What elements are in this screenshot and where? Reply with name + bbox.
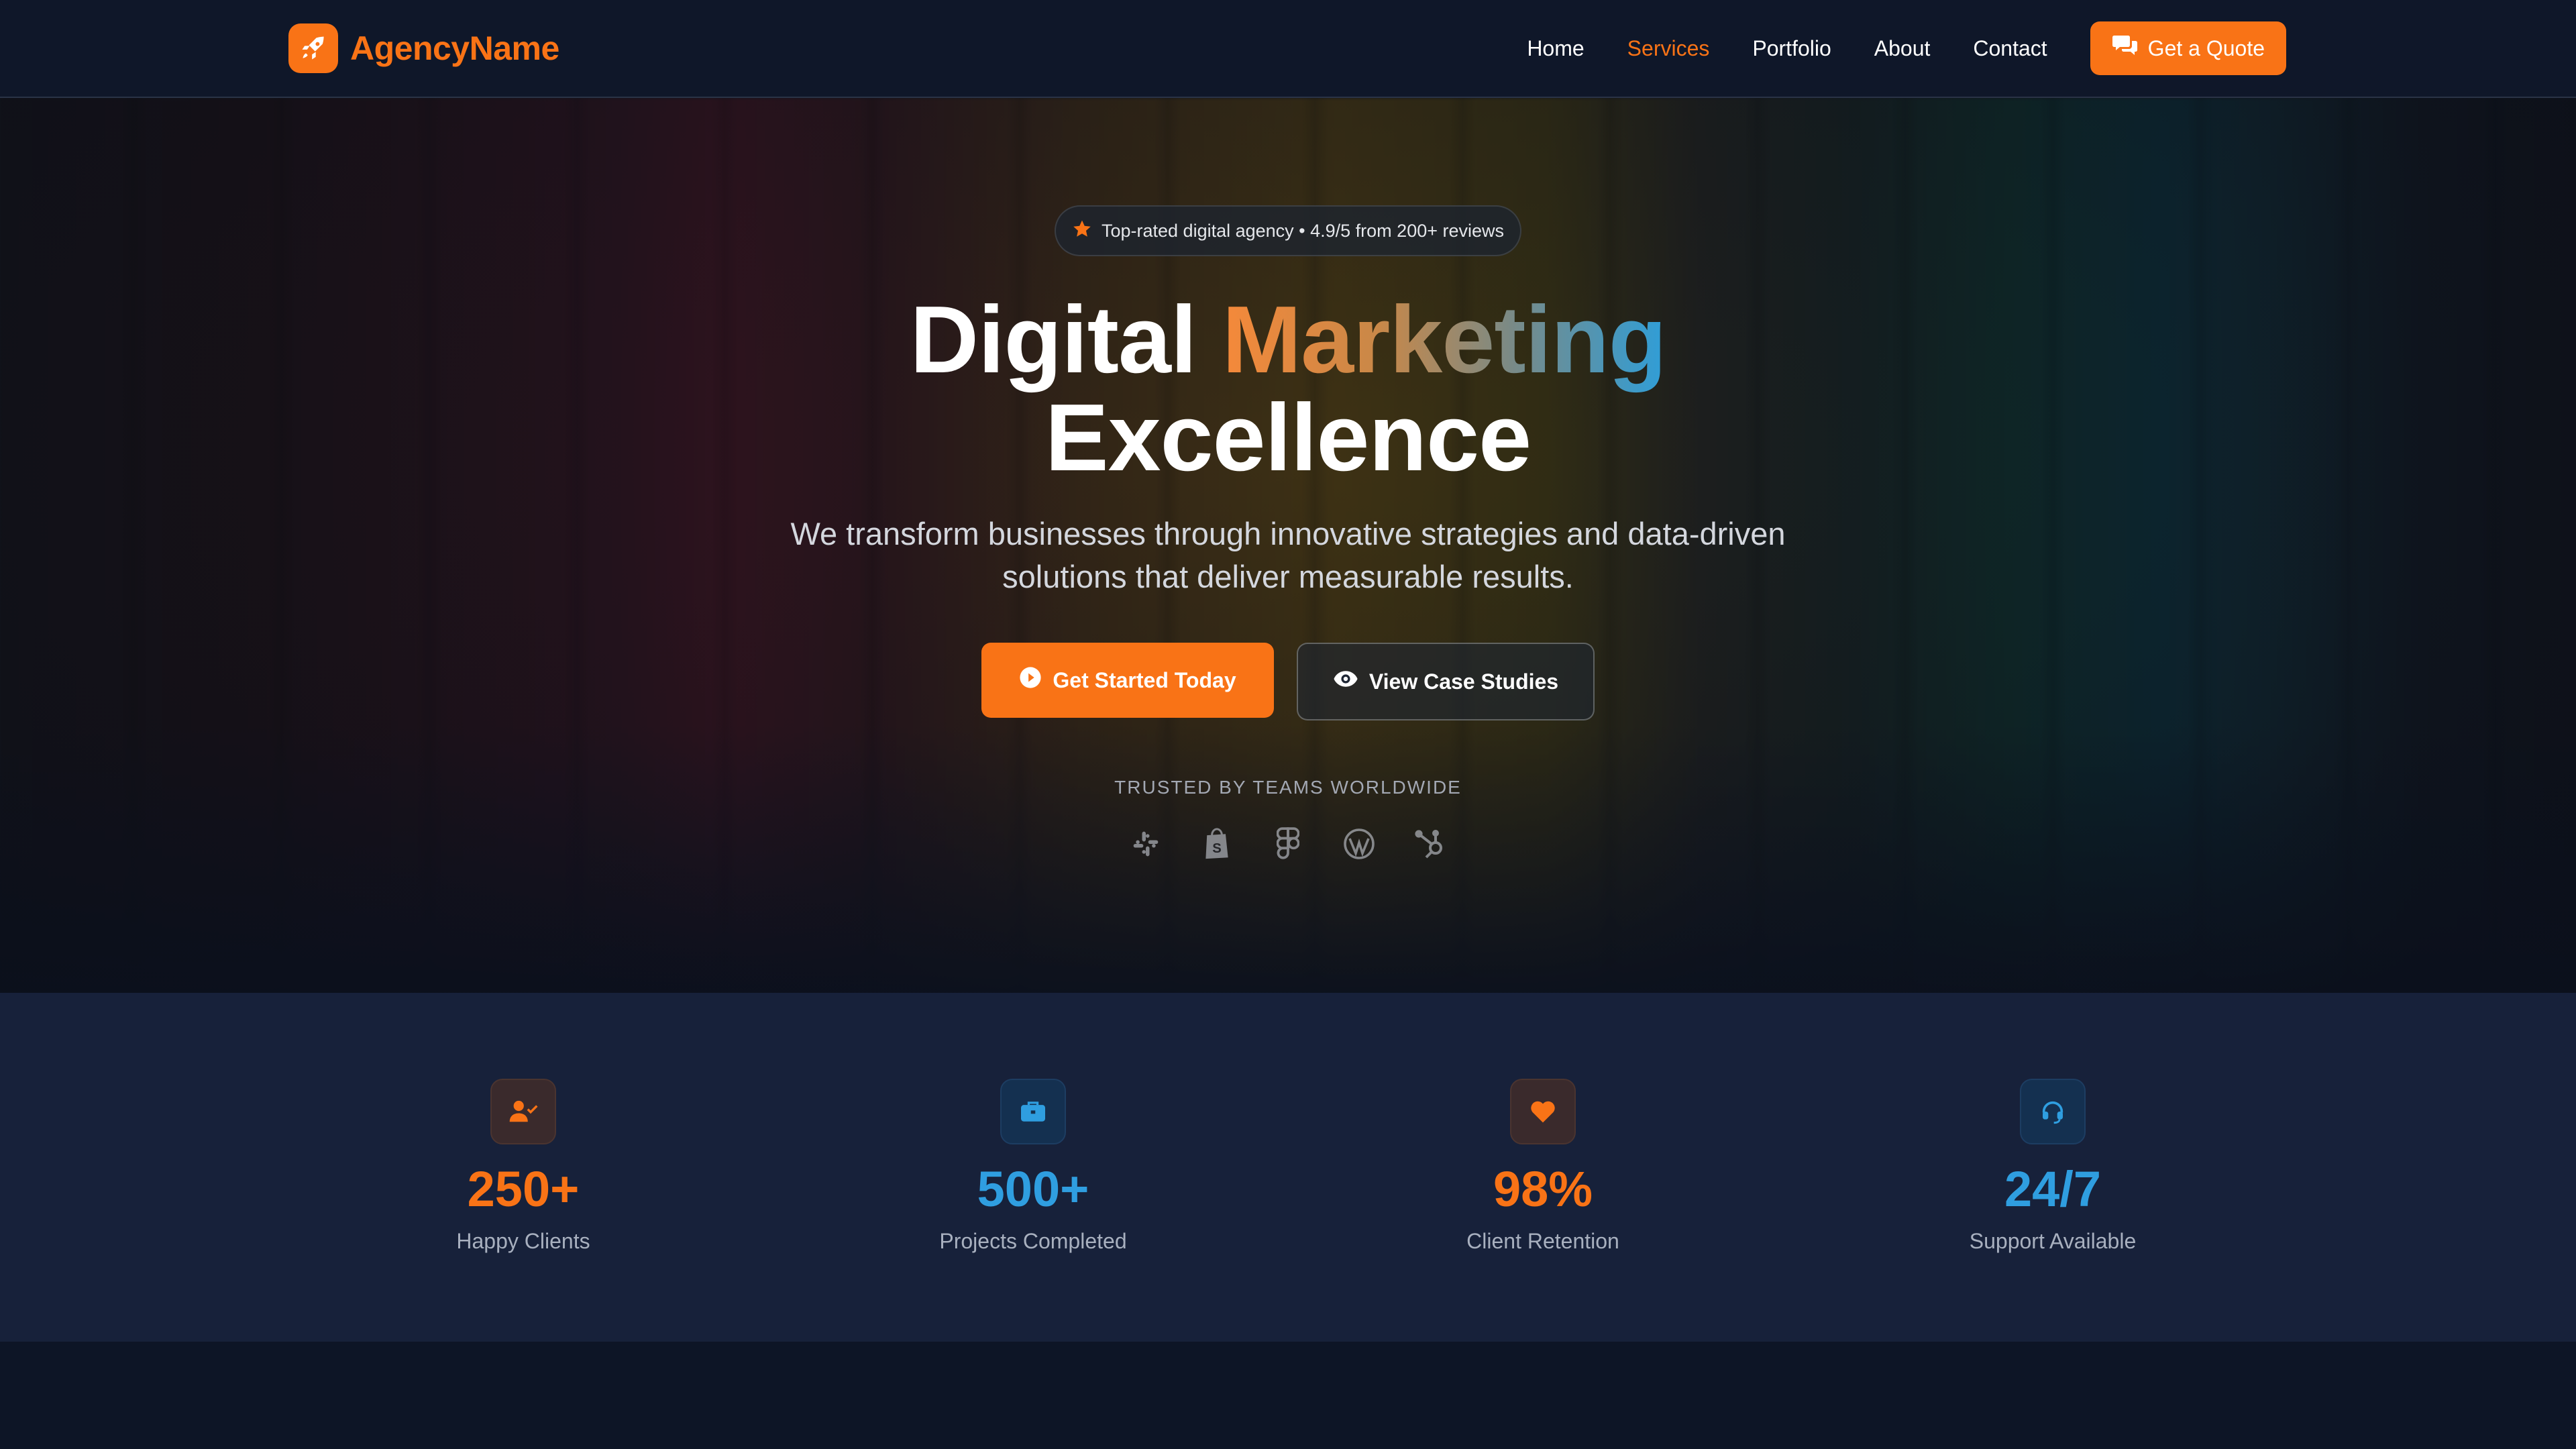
star-icon: [1072, 219, 1092, 244]
get-started-button[interactable]: Get Started Today: [981, 643, 1274, 718]
rating-text: Top-rated digital agency • 4.9/5 from 20…: [1101, 220, 1505, 241]
nav-link-home[interactable]: Home: [1527, 36, 1584, 61]
headset-icon: [2020, 1079, 2086, 1144]
partner-logos: S: [0, 825, 2576, 863]
hero-title-highlight: Marketing: [1222, 286, 1667, 393]
hero-section: Top-rated digital agency • 4.9/5 from 20…: [0, 98, 2576, 993]
hero-subtitle-line2: solutions that deliver measurable result…: [1002, 559, 1574, 594]
page-bottom-band: [0, 1342, 2576, 1449]
hero-title-line2: Excellence: [1044, 384, 1532, 491]
brand[interactable]: AgencyName: [288, 23, 559, 74]
rocket-icon: [288, 23, 338, 73]
stats-section: 250+ Happy Clients 500+ Projects Complet…: [0, 993, 2576, 1342]
nav-link-about[interactable]: About: [1874, 36, 1931, 61]
stat-projects-completed: 500+ Projects Completed: [832, 1079, 1234, 1254]
get-quote-label: Get a Quote: [2147, 36, 2265, 60]
figma-icon: [1272, 825, 1304, 863]
comments-icon: [2112, 34, 2139, 62]
rating-badge: Top-rated digital agency • 4.9/5 from 20…: [1054, 205, 1522, 256]
nav-link-contact[interactable]: Contact: [1973, 36, 2047, 61]
navbar: AgencyName Home Services Portfolio About…: [0, 0, 2576, 98]
cta-row: Get Started Today View Case Studies: [0, 643, 2576, 720]
shopify-icon: S: [1201, 825, 1233, 863]
eye-icon: [1333, 669, 1358, 694]
slack-icon: [1130, 825, 1162, 863]
svg-text:S: S: [1212, 841, 1222, 856]
hero-subtitle: We transform businesses through innovati…: [0, 513, 2576, 598]
get-started-label: Get Started Today: [1053, 667, 1236, 692]
get-quote-button[interactable]: Get a Quote: [2090, 21, 2286, 75]
stat-label: Client Retention: [1466, 1229, 1619, 1253]
nav-link-portfolio[interactable]: Portfolio: [1752, 36, 1831, 61]
hero-title: Digital Marketing Excellence: [0, 291, 2576, 487]
trusted-label: TRUSTED BY TEAMS WORLDWIDE: [1114, 777, 1462, 798]
stat-label: Projects Completed: [939, 1229, 1127, 1253]
stat-value: 250+: [467, 1161, 580, 1217]
stat-value: 98%: [1493, 1161, 1593, 1217]
stat-label: Support Available: [1969, 1229, 2137, 1253]
brand-name: AgencyName: [350, 30, 559, 67]
nav-link-services[interactable]: Services: [1627, 36, 1710, 61]
play-circle-icon: [1019, 666, 1042, 694]
view-case-studies-label: View Case Studies: [1368, 669, 1559, 694]
heart-icon: [1510, 1079, 1576, 1144]
stat-value: 500+: [977, 1161, 1089, 1217]
stat-label: Happy Clients: [456, 1229, 590, 1253]
stat-value: 24/7: [2004, 1161, 2102, 1217]
stat-happy-clients: 250+ Happy Clients: [322, 1079, 724, 1254]
stat-support-available: 24/7 Support Available: [1851, 1079, 2254, 1254]
hero-title-part1: Digital: [910, 286, 1197, 393]
wordpress-icon: [1343, 825, 1375, 863]
user-check-icon: [490, 1079, 556, 1144]
nav-links: Home Services Portfolio About Contact Ge…: [1527, 21, 2286, 75]
briefcase-icon: [1000, 1079, 1066, 1144]
hero-subtitle-line1: We transform businesses through innovati…: [790, 516, 1786, 551]
hubspot-icon: [1414, 825, 1446, 863]
stat-client-retention: 98% Client Retention: [1342, 1079, 1744, 1254]
view-case-studies-button[interactable]: View Case Studies: [1297, 643, 1595, 720]
